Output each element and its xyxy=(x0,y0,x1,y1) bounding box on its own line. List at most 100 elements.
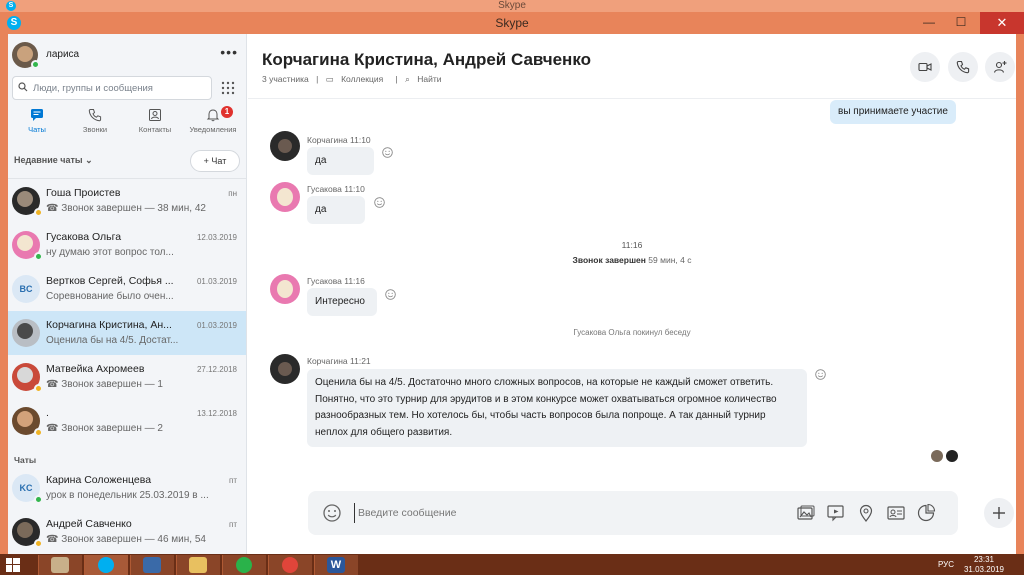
chat-list-item[interactable]: . 13.12.2018 ☎ Звонок завершен — 2 xyxy=(8,399,246,443)
chat-list-item[interactable]: BC Вертков Сергей, Софья ... 01.03.2019 … xyxy=(8,267,246,311)
chat-list-item[interactable]: KC Карина Соложенцева пт урок в понедель… xyxy=(8,466,246,510)
minimize-button[interactable]: — xyxy=(914,12,944,32)
find-link[interactable]: ⌕ Найти xyxy=(405,74,446,84)
emoji-reaction-icon[interactable] xyxy=(382,147,393,158)
plus-icon xyxy=(993,507,1005,519)
chat-list-item[interactable]: Корчагина Кристина, Ан... 01.03.2019 Оце… xyxy=(8,311,246,355)
avatar[interactable] xyxy=(270,182,300,212)
left-conversation-event: Гусакова Ольга покинул беседу xyxy=(573,328,691,337)
video-call-button[interactable] xyxy=(910,52,940,82)
chat-preview-text: Звонок завершен — 2 xyxy=(61,423,163,434)
tab-calls[interactable]: Звонки xyxy=(66,106,124,142)
call-time: 11:16 xyxy=(621,240,643,250)
emoji-reaction-icon[interactable] xyxy=(374,197,385,208)
away-status-icon xyxy=(34,428,43,437)
tab-chats[interactable]: Чаты xyxy=(8,106,66,142)
add-people-button[interactable] xyxy=(985,52,1015,82)
message-bubble[interactable]: Оценила бы на 4/5. Достаточно много слож… xyxy=(307,369,807,447)
conversation-title[interactable]: Корчагина Кристина, Андрей Савченко xyxy=(262,50,591,70)
more-actions-button[interactable] xyxy=(984,498,1014,528)
taskbar-app-chrome[interactable] xyxy=(268,555,312,575)
chat-name: Матвейка Ахромеев xyxy=(46,363,145,375)
search-input[interactable] xyxy=(33,79,203,97)
system-clock[interactable]: 23:31 31.03.2019 xyxy=(964,555,1004,575)
message-list: вы принимаете участие Корчагина 11:10 да… xyxy=(248,100,1016,484)
taskbar-app-explorer[interactable] xyxy=(176,555,220,575)
tab-label: Контакты xyxy=(138,125,172,134)
my-message[interactable]: вы принимаете участие xyxy=(830,100,956,124)
new-chat-button[interactable]: + Чат xyxy=(190,150,240,172)
taskbar-app-whatsapp[interactable] xyxy=(222,555,266,575)
chat-list-item[interactable]: Гоша Проистев пн ☎ Звонок завершен — 38 … xyxy=(8,179,246,223)
gallery-icon: ▭ xyxy=(325,74,334,84)
video-message-icon[interactable] xyxy=(826,503,846,523)
gallery-label: Коллекция xyxy=(341,74,384,84)
profile-name: лариса xyxy=(46,49,80,60)
emoji-icon[interactable] xyxy=(322,503,342,523)
input-language[interactable]: РУС xyxy=(938,554,954,575)
dialpad-icon[interactable] xyxy=(220,80,236,96)
chat-name: Гусакова Ольга xyxy=(46,231,122,243)
taskbar-app-word[interactable]: W xyxy=(314,555,358,575)
windows-start-icon[interactable] xyxy=(6,558,20,572)
online-status-icon xyxy=(34,495,43,504)
chevron-down-icon: ⌄ xyxy=(85,155,93,165)
search-icon: ⌕ xyxy=(405,74,410,84)
window-title: Skype xyxy=(495,16,529,30)
navigation-tabs: Чаты Звонки Контакты 1 Уведомления xyxy=(8,106,246,142)
paint-icon xyxy=(51,557,69,573)
participants-link[interactable]: 3 участника xyxy=(262,74,309,84)
message-bubble[interactable]: Интересно xyxy=(307,288,377,316)
phone-icon xyxy=(956,60,970,74)
gallery-link[interactable]: ▭ Коллекция xyxy=(326,74,388,84)
call-duration: 59 мин, 4 с xyxy=(648,255,692,265)
tab-label: Уведомления xyxy=(189,125,237,134)
maximize-button[interactable]: ☐ xyxy=(946,12,976,32)
taskbar-app-paint[interactable] xyxy=(38,555,82,575)
recent-chats-label: Недавние чаты xyxy=(14,155,83,165)
conversation-header: Корчагина Кристина, Андрей Савченко 3 уч… xyxy=(248,34,1016,99)
sidebar: лариса ••• Чаты Звонки Контакты xyxy=(8,34,247,554)
profile-area[interactable]: лариса ••• xyxy=(12,40,242,70)
avatar xyxy=(12,319,40,347)
chat-preview-text: Звонок завершен — 46 мин, 54 xyxy=(61,534,206,545)
message-composer xyxy=(308,491,958,535)
whatsapp-icon xyxy=(236,557,252,573)
background-window-titlebar: S Skype xyxy=(0,0,1024,12)
avatar[interactable] xyxy=(270,274,300,304)
chat-preview: ☎ Звонок завершен — 1 xyxy=(46,379,163,390)
taskbar-app-skype[interactable] xyxy=(84,555,128,575)
emoji-reaction-icon[interactable] xyxy=(815,369,826,380)
message-bubble[interactable]: да xyxy=(307,196,365,224)
tab-contacts[interactable]: Контакты xyxy=(126,106,184,142)
more-options-icon[interactable]: ••• xyxy=(220,44,238,60)
chat-name: Карина Соложенцева xyxy=(46,474,152,486)
skype-icon xyxy=(98,557,114,573)
recent-chats-filter[interactable]: Недавние чаты ⌄ xyxy=(14,155,93,166)
poll-icon[interactable] xyxy=(916,503,936,523)
emoji-reaction-icon[interactable] xyxy=(385,289,396,300)
tab-notifications[interactable]: 1 Уведомления xyxy=(184,106,242,142)
close-window-button[interactable]: ✕ xyxy=(980,12,1024,34)
chat-list-item[interactable]: Гусакова Ольга 12.03.2019 ну думаю этот … xyxy=(8,223,246,267)
chat-preview: Соревнование было очен... xyxy=(46,291,174,302)
chat-list-item[interactable]: Андрей Савченко пт ☎ Звонок завершен — 4… xyxy=(8,510,246,554)
notification-badge: 1 xyxy=(221,106,233,118)
message-bubble[interactable]: да xyxy=(307,147,374,175)
taskbar-app-media[interactable] xyxy=(130,555,174,575)
location-icon[interactable] xyxy=(856,503,876,523)
chat-preview: ну думаю этот вопрос тол... xyxy=(46,247,174,258)
message-input[interactable] xyxy=(354,503,754,523)
call-ended-event: Звонок завершен 59 мин, 4 с xyxy=(248,255,1016,265)
avatar[interactable] xyxy=(270,354,300,384)
audio-call-button[interactable] xyxy=(948,52,978,82)
search-box[interactable] xyxy=(12,76,212,100)
chat-list-item[interactable]: Матвейка Ахромеев 27.12.2018 ☎ Звонок за… xyxy=(8,355,246,399)
video-icon xyxy=(918,62,932,72)
contact-card-icon[interactable] xyxy=(886,503,906,523)
image-icon[interactable] xyxy=(796,503,816,523)
avatar: BC xyxy=(12,275,40,303)
tab-label: Чаты xyxy=(28,125,46,134)
window-titlebar: S Skype — ☐ ✕ xyxy=(0,12,1024,34)
avatar[interactable] xyxy=(270,131,300,161)
